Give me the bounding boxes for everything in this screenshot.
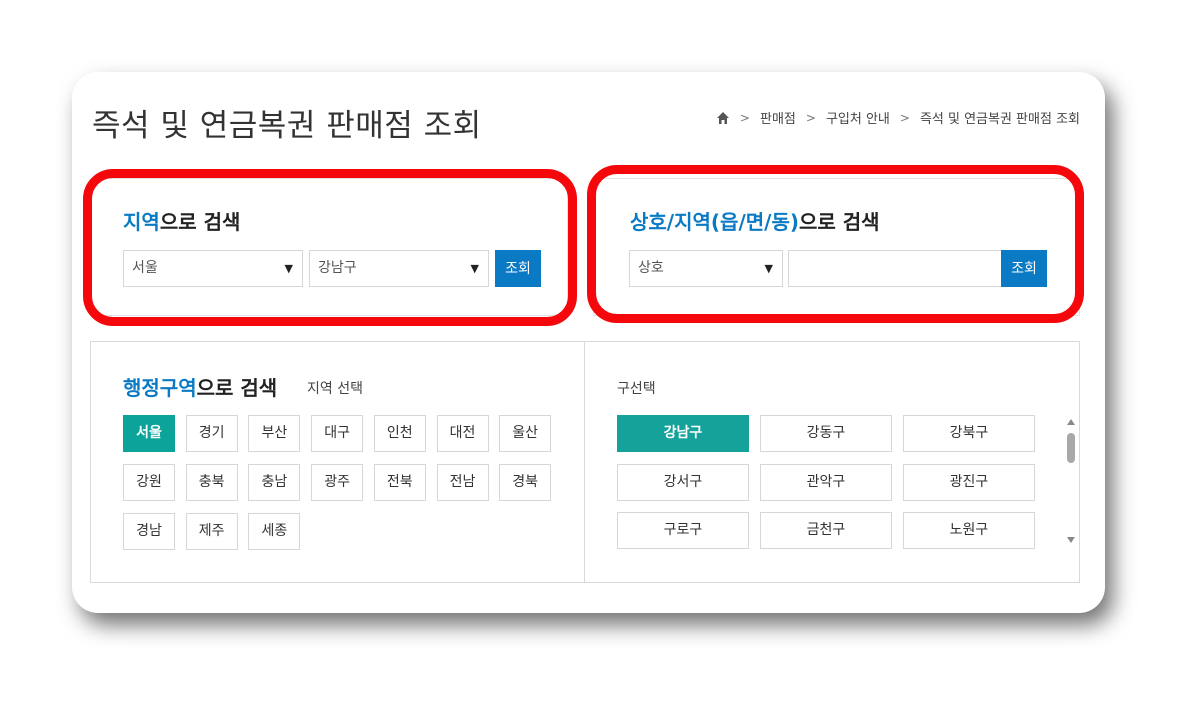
scroll-up-icon[interactable] [1067, 419, 1075, 425]
breadcrumb: > 판매점 > 구입처 안내 > 즉석 및 연금복권 판매점 조회 [716, 108, 1080, 127]
region-chip[interactable]: 강원 [123, 464, 175, 501]
district-button[interactable]: 관악구 [760, 463, 892, 501]
admin-search-heading: 행정구역으로 검색 [123, 376, 278, 400]
keyword-input[interactable] [788, 250, 1002, 287]
scroll-down-icon[interactable] [1067, 537, 1075, 543]
chevron-right-icon: > [899, 110, 910, 125]
district-button[interactable]: 강동구 [760, 415, 892, 452]
scroll-thumb[interactable] [1067, 433, 1075, 463]
name-search-box [593, 178, 1080, 316]
district-button[interactable]: 금천구 [760, 512, 892, 549]
region-chip[interactable]: 세종 [248, 513, 301, 550]
region-chip[interactable]: 서울 [123, 415, 175, 452]
district-scrollbar[interactable] [1064, 416, 1078, 546]
chevron-right-icon: > [805, 110, 816, 125]
region-search-button[interactable]: 조회 [495, 250, 541, 287]
district-button[interactable]: 구로구 [617, 512, 749, 549]
breadcrumb-item-store[interactable]: 판매점 [760, 108, 796, 127]
region-chip[interactable]: 울산 [499, 415, 552, 452]
region-chip[interactable]: 경기 [185, 415, 238, 452]
page-title: 즉석 및 연금복권 판매점 조회 [92, 108, 482, 144]
region-chip[interactable]: 부산 [248, 415, 301, 452]
caret-down-icon: ▼ [470, 262, 479, 275]
district-button[interactable]: 광진구 [903, 463, 1035, 501]
city-select[interactable]: 서울 ▼ [123, 250, 303, 287]
region-chip[interactable]: 전남 [436, 464, 489, 501]
region-chip[interactable]: 경북 [499, 464, 552, 501]
region-chip[interactable]: 충북 [185, 464, 238, 501]
region-select-label: 지역 선택 [307, 381, 363, 397]
region-search-heading: 지역으로 검색 [123, 210, 241, 234]
region-chip[interactable]: 인천 [373, 415, 426, 452]
name-search-button[interactable]: 조회 [1001, 250, 1047, 287]
district-select-label: 구선택 [617, 381, 656, 397]
district-select[interactable]: 강남구 ▼ [309, 250, 489, 287]
district-button[interactable]: 강남구 [617, 415, 749, 452]
district-button[interactable]: 강서구 [617, 463, 749, 501]
region-chip[interactable]: 경남 [123, 513, 175, 550]
region-chip[interactable]: 광주 [311, 464, 364, 501]
region-chip[interactable]: 충남 [248, 464, 301, 501]
breadcrumb-item-purchase-guide[interactable]: 구입처 안내 [826, 108, 890, 127]
district-button[interactable]: 노원구 [903, 512, 1035, 549]
panel-divider [584, 341, 585, 583]
name-search-heading: 상호/지역(읍/면/동)으로 검색 [630, 210, 880, 234]
region-chip[interactable]: 전북 [373, 464, 426, 501]
district-button[interactable]: 강북구 [903, 415, 1035, 452]
caret-down-icon: ▼ [284, 262, 293, 275]
home-icon[interactable] [716, 111, 730, 125]
region-search-box [91, 178, 568, 316]
region-chip[interactable]: 대구 [311, 415, 364, 452]
region-chip[interactable]: 대전 [436, 415, 489, 452]
caret-down-icon: ▼ [764, 262, 773, 275]
chevron-right-icon: > [739, 110, 750, 125]
region-chip[interactable]: 제주 [185, 513, 238, 550]
breadcrumb-item-current: 즉석 및 연금복권 판매점 조회 [919, 112, 1080, 127]
search-type-select[interactable]: 상호 ▼ [629, 250, 783, 287]
